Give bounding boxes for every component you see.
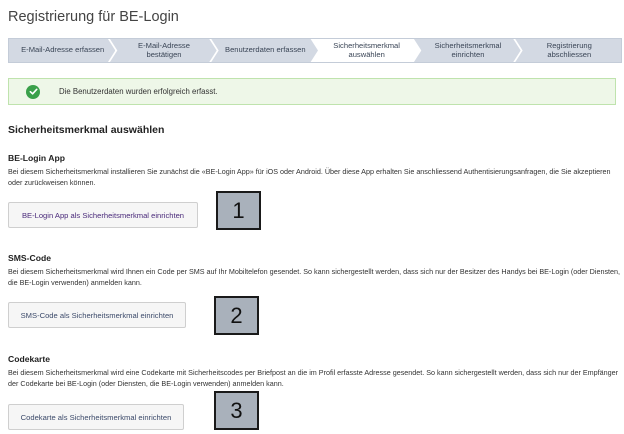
setup-codekarte-button[interactable]: Codekarte als Sicherheitsmerkmal einrich… xyxy=(8,404,184,430)
step-sicherheitsmerkmal-auswaehlen: Sicherheitsmerkmal auswählen xyxy=(312,38,419,63)
step-label: Benutzerdaten erfassen xyxy=(225,45,306,55)
registration-stepper: E-Mail-Adresse erfassen E-Mail-Adresse b… xyxy=(8,38,622,63)
step-registrierung-abschliessen: Registrierung abschliessen xyxy=(514,38,622,63)
alert-message: Die Benutzerdaten wurden erfolgreich erf… xyxy=(59,87,218,96)
option-heading-app: BE-Login App xyxy=(8,153,65,163)
step-email-bestaetigen: E-Mail-Adresse bestätigen xyxy=(109,38,216,63)
annotation-marker-1: 1 xyxy=(216,191,261,230)
annotation-marker-2: 2 xyxy=(214,296,259,335)
step-email-erfassen: E-Mail-Adresse erfassen xyxy=(8,38,115,63)
option-description-app: Bei diesem Sicherheitsmerkmal installier… xyxy=(8,167,611,187)
step-label: E-Mail-Adresse bestätigen xyxy=(138,41,190,59)
step-benutzerdaten: Benutzerdaten erfassen xyxy=(211,38,318,63)
annotation-marker-3: 3 xyxy=(214,391,259,430)
option-description-codekarte: Bei diesem Sicherheitsmerkmal wird eine … xyxy=(8,368,619,388)
check-circle-icon xyxy=(26,84,40,99)
success-alert: Die Benutzerdaten wurden erfolgreich erf… xyxy=(8,78,616,105)
step-label: Sicherheitsmerkmal auswählen xyxy=(333,41,400,59)
section-title: Sicherheitsmerkmal auswählen xyxy=(8,124,165,136)
step-label: E-Mail-Adresse erfassen xyxy=(21,45,105,55)
setup-app-button[interactable]: BE-Login App als Sicherheitsmerkmal einr… xyxy=(8,202,198,228)
option-description-sms: Bei diesem Sicherheitsmerkmal wird Ihnen… xyxy=(8,267,621,287)
option-heading-codekarte: Codekarte xyxy=(8,354,51,364)
step-sicherheitsmerkmal-einrichten: Sicherheitsmerkmal einrichten xyxy=(413,38,520,63)
step-label: Sicherheitsmerkmal einrichten xyxy=(434,41,502,59)
option-heading-sms: SMS-Code xyxy=(8,253,51,263)
page-title: Registrierung für BE-Login xyxy=(8,9,179,25)
step-label: Registrierung abschliessen xyxy=(546,41,592,59)
setup-sms-button[interactable]: SMS-Code als Sicherheitsmerkmal einricht… xyxy=(8,302,186,328)
